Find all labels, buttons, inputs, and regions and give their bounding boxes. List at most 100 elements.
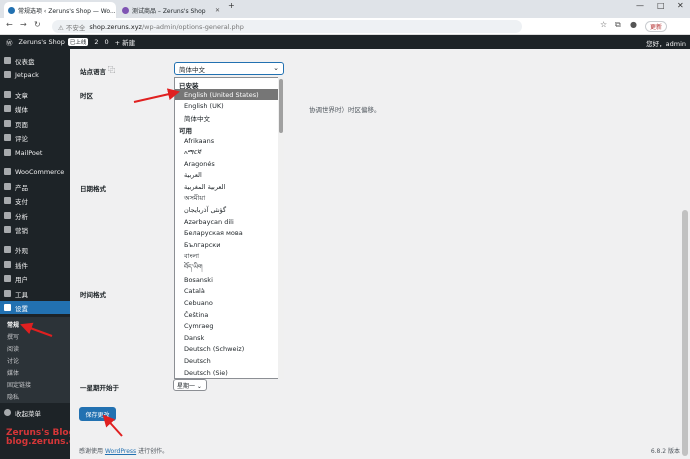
sidebar-item-media[interactable]: 媒体 <box>0 102 70 115</box>
jetpack-icon <box>4 71 11 78</box>
profile-icon[interactable]: ● <box>630 20 637 29</box>
tab-test-product[interactable]: 测试商品 – Zeruns's Shop ✕ <box>118 2 224 18</box>
new-tab-button[interactable]: + <box>228 1 235 10</box>
available-option[interactable]: অসমীয়া <box>175 193 279 204</box>
wordpress-logo-icon[interactable]: Ⓦ <box>6 37 13 47</box>
sidebar-item-payments[interactable]: 支付 <box>0 194 70 207</box>
date-format-label: 日期格式 <box>80 185 106 193</box>
sidebar-item-pages[interactable]: 页面 <box>0 117 70 130</box>
available-option[interactable]: Čeština <box>175 309 279 320</box>
sidebar-item-posts[interactable]: 文章 <box>0 88 70 101</box>
wp-admin-bar: Ⓦ Zeruns's Shop 已上线 2 0 + 新建 您好，admin <box>0 35 690 49</box>
maximize-button[interactable]: □ <box>657 1 665 10</box>
save-changes-button[interactable]: 保存更改 <box>79 407 116 421</box>
updates-count[interactable]: 2 <box>94 38 98 46</box>
new-content-menu[interactable]: + 新建 <box>115 37 136 47</box>
sidebar-item-comments[interactable]: 评论 <box>0 131 70 144</box>
dropdown-scroll-thumb[interactable] <box>279 79 283 133</box>
tab-options-general[interactable]: 常规选项 ‹ Zeruns's Shop — Wo... ✕ <box>4 2 116 18</box>
sidebar-item-settings[interactable]: 设置 <box>0 301 70 314</box>
chevron-down-icon: ⌄ <box>273 64 279 72</box>
available-option[interactable]: العربية <box>175 170 279 181</box>
sidebar-item-marketing[interactable]: 营销 <box>0 223 70 236</box>
submenu-writing[interactable]: 撰写 <box>7 332 19 341</box>
available-option[interactable]: Bosanski <box>175 274 279 285</box>
sidebar-item-analytics[interactable]: 分析 <box>0 209 70 222</box>
sidebar-item-jetpack[interactable]: Jetpack <box>0 68 70 81</box>
sidebar-item-dashboard[interactable]: 仪表盘 <box>0 54 70 67</box>
submenu-general[interactable]: 常规 <box>7 320 19 329</box>
url-field[interactable]: ⚠ 不安全 shop.zeruns.xyz /wp-admin/options-… <box>52 20 522 33</box>
available-option[interactable]: Dansk <box>175 332 279 343</box>
favorites-icon[interactable]: ☆ <box>600 20 607 29</box>
payment-icon <box>4 197 11 204</box>
installed-option[interactable]: English (United States) <box>175 89 279 100</box>
submenu-privacy[interactable]: 隐私 <box>7 392 19 401</box>
update-button[interactable]: 更新 <box>645 21 668 32</box>
available-option[interactable]: བོད་ཡིག <box>175 263 279 274</box>
back-icon[interactable]: ← <box>6 20 13 29</box>
available-option[interactable]: Azərbaycan dili <box>175 216 279 227</box>
sidebar-item-tools[interactable]: 工具 <box>0 287 70 300</box>
insecure-warning[interactable]: ⚠ 不安全 <box>58 22 85 32</box>
available-option[interactable]: Cymraeg <box>175 321 279 332</box>
submenu-reading[interactable]: 阅读 <box>7 344 19 353</box>
available-option[interactable]: አማርኛ <box>175 147 279 158</box>
sidebar-item-users[interactable]: 用户 <box>0 272 70 285</box>
site-language-label: 站点语言 <box>80 68 106 76</box>
address-bar-row: ← → ↻ ⚠ 不安全 shop.zeruns.xyz /wp-admin/op… <box>0 18 690 35</box>
dashboard-icon <box>4 57 11 64</box>
available-option[interactable]: Cebuano <box>175 297 279 308</box>
available-option[interactable]: العربية المغربية <box>175 181 279 192</box>
available-option[interactable]: Deutsch <box>175 355 279 366</box>
site-status-badge: 已上线 <box>67 38 89 46</box>
reload-icon[interactable]: ↻ <box>34 20 41 29</box>
url-host: shop.zeruns.xyz <box>89 22 142 31</box>
week-start-select[interactable]: 星期一 ⌄ <box>173 379 207 391</box>
forward-icon[interactable]: → <box>20 20 27 29</box>
collapse-menu-button[interactable]: 收起菜单 <box>0 406 70 419</box>
user-greeting[interactable]: 您好，admin <box>646 38 686 48</box>
settings-submenu: 常规 撰写 阅读 讨论 媒体 固定链接 隐私 <box>0 317 70 403</box>
available-option[interactable]: Català <box>175 286 279 297</box>
comments-count[interactable]: 0 <box>105 38 109 46</box>
pin-icon <box>4 91 11 98</box>
extensions-icon[interactable]: ⧉ <box>615 20 621 30</box>
dropdown-scrollbar[interactable] <box>278 77 284 379</box>
user-icon <box>4 275 11 282</box>
sidebar-item-appearance[interactable]: 外观 <box>0 243 70 256</box>
available-option[interactable]: Afrikaans <box>175 135 279 146</box>
installed-option[interactable]: 简体中文 <box>175 112 279 123</box>
available-option[interactable]: Deutsch (Sie) <box>175 367 279 378</box>
mail-icon <box>4 149 11 156</box>
available-option[interactable]: Aragonés <box>175 158 279 169</box>
wordpress-link[interactable]: WordPress <box>105 448 136 455</box>
available-option[interactable]: Български <box>175 239 279 250</box>
tab-title: 测试商品 – Zeruns's Shop <box>132 7 206 15</box>
brush-icon <box>4 246 11 253</box>
close-window-button[interactable]: ✕ <box>677 1 684 10</box>
sidebar-item-products[interactable]: 产品 <box>0 180 70 193</box>
sidebar-item-mailpoet[interactable]: MailPoet <box>0 146 70 159</box>
page-icon <box>4 120 11 127</box>
page-scrollbar[interactable] <box>682 210 688 456</box>
site-language-select[interactable]: 简体中文 ⌄ <box>174 62 284 75</box>
comment-icon <box>4 134 11 141</box>
woo-favicon-icon <box>122 6 129 14</box>
wp-version: 6.8.2 版本 <box>650 448 680 455</box>
submenu-media[interactable]: 媒体 <box>7 368 19 377</box>
installed-option[interactable]: English (UK) <box>175 101 279 112</box>
close-tab-icon[interactable]: ✕ <box>215 7 220 14</box>
wordpress-favicon-icon <box>8 6 15 14</box>
sidebar-item-woocommerce[interactable]: WooCommerce <box>0 165 70 178</box>
available-option[interactable]: Deutsch (Schweiz) <box>175 344 279 355</box>
wrench-icon <box>4 290 11 297</box>
minimize-button[interactable]: — <box>636 1 644 10</box>
site-name[interactable]: Zeruns's Shop <box>19 38 65 46</box>
sidebar-item-plugins[interactable]: 插件 <box>0 258 70 271</box>
submenu-permalinks[interactable]: 固定链接 <box>7 380 31 389</box>
submenu-discussion[interactable]: 讨论 <box>7 356 19 365</box>
browser-tab-bar: 常规选项 ‹ Zeruns's Shop — Wo... ✕ 测试商品 – Ze… <box>0 0 690 18</box>
available-option[interactable]: Беларуская мова <box>175 228 279 239</box>
available-option[interactable]: گؤنئی آذربایجان <box>175 205 279 216</box>
